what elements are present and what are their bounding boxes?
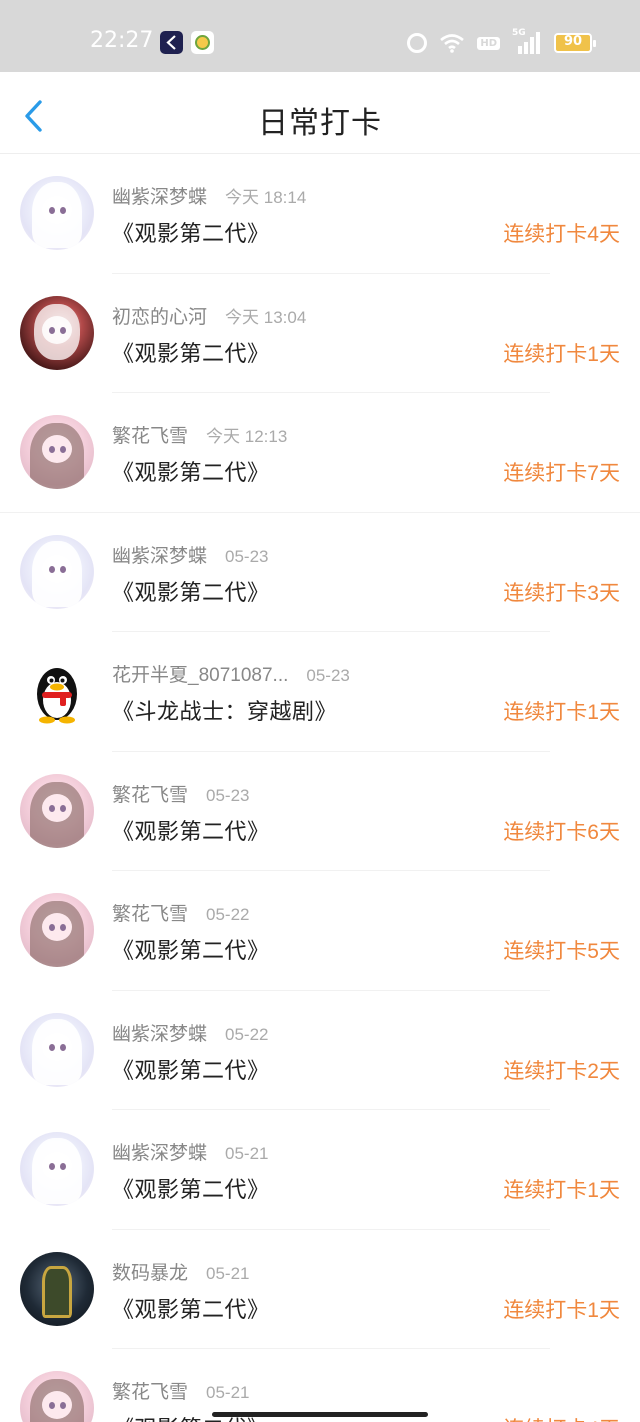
streak-label: 连续打卡1天 xyxy=(503,342,620,366)
checkin-item[interactable]: 幽紫深梦蝶 05-21 《观影第二代》 连续打卡1天 xyxy=(0,1110,640,1230)
streak-label: 连续打卡4天 xyxy=(503,1413,620,1422)
page-title: 日常打卡 xyxy=(258,107,382,140)
checkin-time: 05-21 xyxy=(206,1263,250,1283)
checkin-time: 05-21 xyxy=(225,1144,269,1163)
streak-label: 连续打卡6天 xyxy=(503,820,620,844)
battery-icon: 90 xyxy=(554,33,596,53)
checkin-item[interactable]: 数码暴龙 05-21 《观影第二代》 连续打卡1天 xyxy=(0,1230,640,1349)
work-title: 《观影第二代》 xyxy=(112,1057,270,1083)
username: 幽紫深梦蝶 05-22 xyxy=(112,1019,269,1046)
checkin-time: 05-22 xyxy=(206,905,250,924)
username-text: 幽紫深梦蝶 xyxy=(112,1023,208,1045)
status-time: 22:27 xyxy=(90,28,154,53)
work-title: 《观影第二代》 xyxy=(112,1177,270,1202)
username: 繁花飞雪 05-22 xyxy=(112,899,250,926)
checkin-time: 05-23 xyxy=(206,785,250,805)
username-text: 初恋的心河 xyxy=(112,306,208,328)
username: 幽紫深梦蝶 05-23 xyxy=(112,541,269,568)
app-notification-icon xyxy=(160,31,183,54)
username-text: 幽紫深梦蝶 xyxy=(112,545,208,567)
signal-icon: 5G xyxy=(512,28,540,54)
username: 幽紫深梦蝶 05-21 xyxy=(112,1138,269,1165)
username: 繁花飞雪 05-21 xyxy=(112,1377,250,1404)
username: 初恋的心河 今天 13:04 xyxy=(112,302,306,329)
username: 花开半夏_8071087... 05-23 xyxy=(112,660,350,687)
checkin-time: 今天 12:13 xyxy=(206,427,288,446)
work-title: 《观影第二代》 xyxy=(112,1296,270,1322)
work-title: 《观影第二代》 xyxy=(112,818,270,844)
alarm-icon xyxy=(407,33,428,53)
username: 数码暴龙 05-21 xyxy=(112,1258,250,1285)
checkin-time: 05-21 xyxy=(206,1383,250,1402)
username-text: 幽紫深梦蝶 xyxy=(112,1143,208,1164)
username: 繁花飞雪 今天 12:13 xyxy=(112,421,287,448)
work-title: 《观影第二代》 xyxy=(112,221,270,246)
streak-label: 连续打卡1天 xyxy=(503,1179,620,1202)
streak-label: 连续打卡5天 xyxy=(503,940,620,963)
home-indicator xyxy=(212,1412,428,1417)
checkin-item[interactable]: 花开半夏_8071087... 05-23 《斗龙战士：穿越剧》 连续打卡1天 xyxy=(0,632,640,752)
username-text: 繁花飞雪 xyxy=(112,784,189,806)
avatar[interactable] xyxy=(20,1012,94,1087)
status-bar: 22:27 HD 5G 90 xyxy=(0,0,640,72)
username-text: 繁花飞雪 xyxy=(112,426,189,447)
page-header: 日常打卡 xyxy=(0,72,640,154)
checkin-item[interactable]: 幽紫深梦蝶 今天 18:14 《观影第二代》 连续打卡4天 xyxy=(0,154,640,274)
avatar[interactable] xyxy=(20,773,94,848)
wifi-icon xyxy=(439,33,465,53)
username: 幽紫深梦蝶 今天 18:14 xyxy=(112,182,306,209)
checkin-time: 05-22 xyxy=(225,1024,269,1044)
streak-label: 连续打卡7天 xyxy=(503,462,620,485)
username-text: 数码暴龙 xyxy=(112,1262,189,1284)
checkin-time: 05-23 xyxy=(225,546,269,566)
avatar[interactable] xyxy=(20,1132,94,1206)
avatar[interactable] xyxy=(20,295,94,370)
streak-label: 连续打卡3天 xyxy=(503,581,620,605)
penguin-icon xyxy=(37,668,77,724)
checkin-list: 幽紫深梦蝶 今天 18:14 《观影第二代》 连续打卡4天 初恋的心河 今天 13:04 《… xyxy=(0,154,640,1422)
hd-icon: HD xyxy=(477,36,500,50)
username-text: 花开半夏_8071087... xyxy=(112,665,289,686)
streak-label: 连续打卡2天 xyxy=(503,1059,620,1083)
work-title: 《观影第二代》 xyxy=(112,460,270,485)
checkin-time: 今天 18:14 xyxy=(225,188,307,207)
streak-label: 连续打卡1天 xyxy=(503,1298,620,1322)
work-title: 《斗龙战士：穿越剧》 xyxy=(112,699,338,724)
avatar[interactable] xyxy=(20,415,94,489)
avatar[interactable] xyxy=(20,654,94,728)
avatar[interactable] xyxy=(20,534,94,609)
chat-notification-icon xyxy=(191,31,214,54)
username-text: 幽紫深梦蝶 xyxy=(112,187,208,208)
checkin-item[interactable]: 繁花飞雪 05-22 《观影第二代》 连续打卡5天 xyxy=(0,871,640,991)
avatar[interactable] xyxy=(20,176,94,250)
work-title: 《观影第二代》 xyxy=(112,579,270,605)
checkin-item[interactable]: 幽紫深梦蝶 05-22 《观影第二代》 连续打卡2天 xyxy=(0,991,640,1110)
checkin-item[interactable]: 繁花飞雪 05-23 《观影第二代》 连续打卡6天 xyxy=(0,752,640,871)
checkin-item[interactable]: 幽紫深梦蝶 05-23 《观影第二代》 连续打卡3天 xyxy=(0,513,640,632)
work-title: 《观影第二代》 xyxy=(112,938,270,963)
checkin-time: 今天 13:04 xyxy=(225,307,307,327)
checkin-item[interactable]: 初恋的心河 今天 13:04 《观影第二代》 连续打卡1天 xyxy=(0,274,640,393)
username: 繁花飞雪 05-23 xyxy=(112,780,250,807)
avatar[interactable] xyxy=(20,1371,94,1422)
streak-label: 连续打卡1天 xyxy=(503,701,620,724)
checkin-item[interactable]: 繁花飞雪 今天 12:13 《观影第二代》 连续打卡7天 xyxy=(0,393,640,513)
streak-label: 连续打卡4天 xyxy=(503,223,620,246)
avatar[interactable] xyxy=(20,893,94,967)
username-text: 繁花飞雪 xyxy=(112,904,189,925)
status-icons: HD 5G xyxy=(407,28,540,56)
checkin-time: 05-23 xyxy=(306,666,350,685)
username-text: 繁花飞雪 xyxy=(112,1382,189,1403)
work-title: 《观影第二代》 xyxy=(112,340,270,366)
avatar[interactable] xyxy=(20,1251,94,1326)
